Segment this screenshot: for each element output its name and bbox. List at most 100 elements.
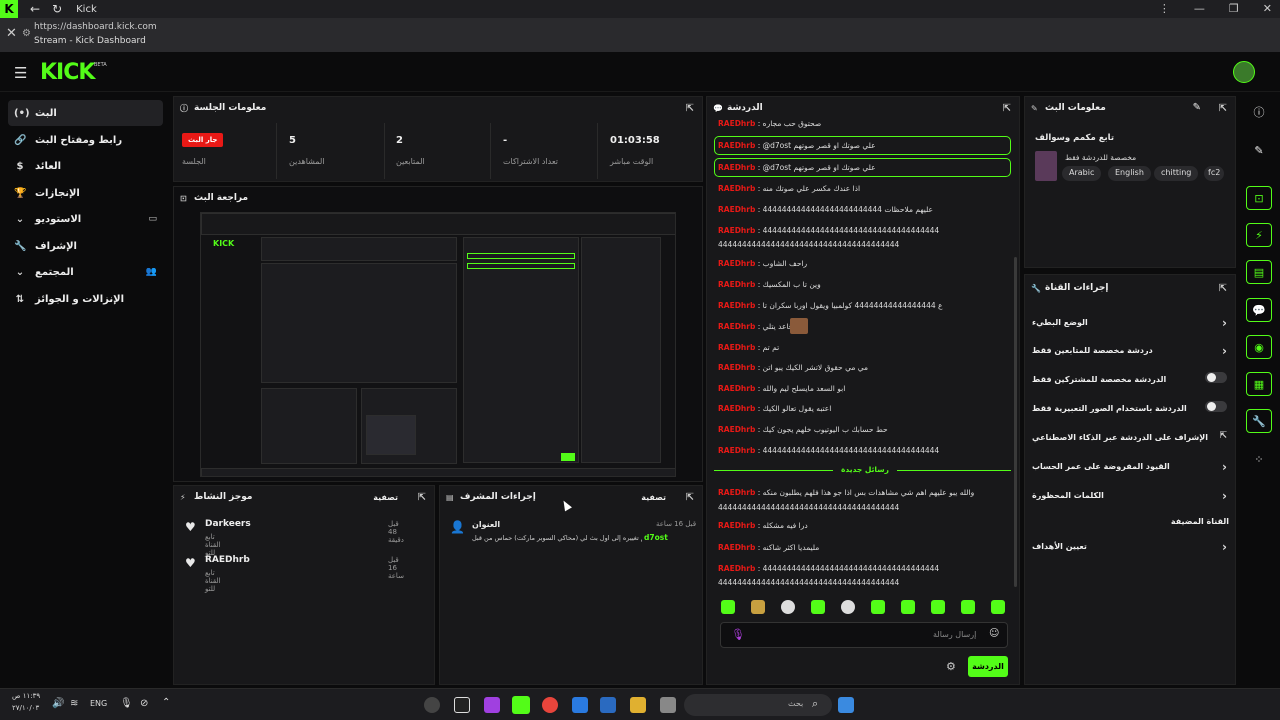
chat-message[interactable]: RAEDhrb : 444444444444444444444444444444… xyxy=(718,446,1008,455)
app-icon[interactable] xyxy=(454,697,470,713)
app-icon[interactable] xyxy=(424,697,440,713)
stream-preview-video[interactable]: KICK xyxy=(200,212,676,477)
start-button[interactable] xyxy=(838,697,854,713)
ai-moderation-row[interactable]: الإشراف على الدردشة عبر الذكاء الاصطناعي… xyxy=(1032,431,1227,442)
microphone-icon[interactable]: 🎙 xyxy=(731,628,745,641)
chat-scrollbar[interactable] xyxy=(1014,257,1017,587)
restore-icon[interactable]: ❐ xyxy=(1229,0,1239,18)
wifi-icon[interactable]: ≋ xyxy=(70,698,78,709)
broadcast-rail-icon[interactable]: ◉ xyxy=(1246,335,1272,359)
user-avatar[interactable] xyxy=(1233,61,1255,83)
subscribers-only-row[interactable]: الدردشة مخصصة للمشتركين فقط xyxy=(1032,372,1227,384)
sidebar-item-moderation[interactable]: 🔧 الإشراف xyxy=(8,233,163,259)
kick-logo[interactable]: KICK xyxy=(40,60,95,85)
tag-chip[interactable]: Arabic xyxy=(1062,166,1102,181)
emoji-icon[interactable]: ☺ xyxy=(989,628,999,639)
activity-user[interactable]: RAEDhrb xyxy=(205,555,250,565)
tag-chip[interactable]: chitting xyxy=(1154,166,1199,181)
chat-message[interactable]: RAEDhrb : مي مي حقوق لاتشر الكيك يبو اتن xyxy=(718,363,1008,372)
microphone-icon[interactable]: 🎙 xyxy=(120,698,133,709)
category-name[interactable]: مخصصة للدردشة فقط xyxy=(1065,153,1136,162)
edit-rail-icon[interactable]: ✎ xyxy=(1246,138,1272,162)
popout-icon[interactable]: ⇱ xyxy=(418,492,426,503)
minimize-icon[interactable]: — xyxy=(1194,0,1205,18)
filter-button[interactable]: تصفية xyxy=(373,493,398,502)
settings-gear-icon[interactable]: ⚙ xyxy=(946,660,956,673)
chat-message[interactable]: RAEDhrb : ابو السعد مايسلح ليم والله xyxy=(718,384,1008,393)
info-rail-icon[interactable]: ⓘ xyxy=(1246,100,1272,124)
app-icon[interactable] xyxy=(484,697,500,713)
popout-icon[interactable]: ⇱ xyxy=(686,492,694,503)
volume-icon[interactable]: 🔊 xyxy=(52,698,64,709)
chat-message[interactable]: RAEDhrb : قاعد يتلي xyxy=(718,322,1008,331)
chat-message[interactable]: RAEDhrb : وين تا ب المكسيك xyxy=(718,280,1008,289)
sidebar-item-revenue[interactable]: $ العائد xyxy=(8,153,163,179)
category-thumbnail[interactable] xyxy=(1035,151,1057,181)
emote-quick-button[interactable] xyxy=(961,600,975,614)
wrench-rail-icon[interactable]: 🔧 xyxy=(1246,409,1272,433)
sidebar-item-achievements[interactable]: 🏆 الإنجازات xyxy=(8,180,163,206)
camera-off-icon[interactable]: ⊘ xyxy=(140,698,148,709)
store-icon[interactable] xyxy=(600,697,616,713)
chat-message[interactable]: RAEDhrb : حط حسابك ب اليوتيوب خلهم يجون … xyxy=(718,425,1008,434)
account-age-row[interactable]: القيود المفروضة على عمر الحساب › xyxy=(1032,460,1227,474)
chat-message[interactable]: RAEDhrb : صحتوق حب مجاره xyxy=(718,119,1008,128)
sidebar-item-studio[interactable]: ⌄ الاستوديو ▭ xyxy=(8,206,163,232)
taskbar-search[interactable]: بحث ⌕ xyxy=(684,694,832,716)
subscribers-only-toggle[interactable] xyxy=(1205,372,1227,383)
chat-message[interactable]: RAEDhrb : @d7ost علي صوتك او قصر صوتهم xyxy=(718,163,1008,172)
popout-icon[interactable]: ⇱ xyxy=(1219,103,1227,114)
tray-chevron-icon[interactable]: ⌃ xyxy=(162,697,170,708)
emote-quick-button[interactable] xyxy=(931,600,945,614)
language-indicator[interactable]: ENG xyxy=(90,699,107,708)
chat-message[interactable]: RAEDhrb : والله يبو عليهم اهم شي مشاهدات… xyxy=(718,488,1008,497)
chat-message[interactable]: RAEDhrb : ع 44444444444444444 كولمبيا وي… xyxy=(718,301,1008,310)
chat-message[interactable]: RAEDhrb : اذا عندك مكسر علي صوتك منه xyxy=(718,184,1008,193)
emote-quick-button[interactable] xyxy=(751,600,765,614)
close-window-icon[interactable]: ✕ xyxy=(1263,0,1272,18)
sidebar-item-community[interactable]: ⌄ المجتمع 👥 xyxy=(8,259,163,285)
hamburger-menu-icon[interactable]: ☰ xyxy=(14,64,27,82)
more-menu-icon[interactable]: ⋮ xyxy=(1159,0,1170,18)
tag-chip[interactable]: fc2 xyxy=(1204,166,1225,181)
chat-message[interactable]: RAEDhrb : مليمديا اكثر شاكنه xyxy=(718,543,1008,552)
emote-quick-button[interactable] xyxy=(811,600,825,614)
followers-only-row[interactable]: دردشة مخصصة للمتابعين فقط › xyxy=(1032,344,1227,358)
preview-rail-icon[interactable]: ⊡ xyxy=(1246,186,1272,210)
url-text[interactable]: https://dashboard.kick.com xyxy=(34,22,157,32)
emote-quick-button[interactable] xyxy=(991,600,1005,614)
app-icon[interactable] xyxy=(660,697,676,713)
banned-words-row[interactable]: الكلمات المحظورة › xyxy=(1032,489,1227,503)
emote-quick-button[interactable] xyxy=(841,600,855,614)
tag-chip[interactable]: English xyxy=(1108,166,1151,181)
emote-quick-button[interactable] xyxy=(901,600,915,614)
chat-message[interactable]: RAEDhrb : 444444444444444444444444444444… xyxy=(718,564,1008,573)
sidebar-item-stream-key[interactable]: 🔗 رابط ومفتاح البث xyxy=(8,127,163,153)
chrome-icon[interactable] xyxy=(542,697,558,713)
bolt-rail-icon[interactable]: ⚡ xyxy=(1246,223,1272,247)
chat-message[interactable]: RAEDhrb : @d7ost علي صوتك او قصر صوتهم xyxy=(718,141,1008,150)
popout-icon[interactable]: ⇱ xyxy=(1219,283,1227,294)
clock-time[interactable]: ١١:٣٩ ص xyxy=(12,692,40,700)
site-settings-icon[interactable]: ⚙ xyxy=(22,28,31,39)
emote-quick-button[interactable] xyxy=(721,600,735,614)
sidebar-item-drops[interactable]: ⇅ الإنزالات و الجوائز xyxy=(8,286,163,312)
back-arrow-icon[interactable]: ← xyxy=(30,2,40,16)
kick-taskbar-icon[interactable] xyxy=(512,696,530,714)
chat-rail-icon[interactable]: 💬 xyxy=(1246,298,1272,322)
chat-message[interactable]: RAEDhrb : راحف الشاوب xyxy=(718,259,1008,268)
emote-quick-button[interactable] xyxy=(781,600,795,614)
set-goals-row[interactable]: تعيين الأهداف › xyxy=(1032,540,1227,554)
chat-message[interactable]: RAEDhrb : اعتبه يقول تعالو الكيك xyxy=(718,404,1008,413)
filter-button[interactable]: تصفية xyxy=(641,493,666,502)
popout-icon[interactable]: ⇱ xyxy=(686,103,694,114)
close-tab-icon[interactable]: ✕ xyxy=(6,26,17,41)
emote-quick-button[interactable] xyxy=(871,600,885,614)
popout-icon[interactable]: ⇱ xyxy=(1003,103,1011,114)
emotes-only-toggle[interactable] xyxy=(1205,401,1227,412)
clock-date[interactable]: ٢٧/١٠/٠٣ xyxy=(12,704,39,712)
send-chat-button[interactable]: الدردشة xyxy=(968,656,1008,677)
sidebar-item-stream[interactable]: (•) البث xyxy=(8,100,163,126)
stack-rail-icon[interactable]: ▦ xyxy=(1246,372,1272,396)
edit-pencil-icon[interactable]: ✎ xyxy=(1193,102,1201,113)
